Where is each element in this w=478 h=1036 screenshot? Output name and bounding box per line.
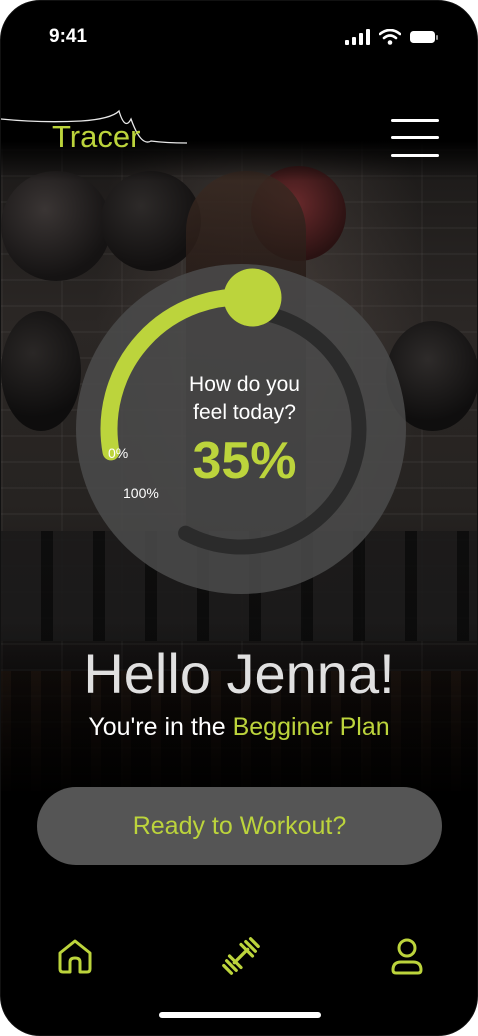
nav-home[interactable]: [53, 934, 97, 978]
home-indicator[interactable]: [159, 1012, 321, 1018]
wifi-icon: [379, 29, 401, 45]
gauge-max-label: 100%: [123, 485, 159, 501]
menu-icon-bar: [391, 136, 439, 139]
menu-icon-bar: [391, 154, 439, 157]
ready-to-workout-button[interactable]: Ready to Workout?: [37, 787, 442, 865]
signal-icon: [345, 29, 370, 45]
gauge-knob: [223, 268, 282, 327]
phone-screen: 9:41 Tracer How do you feel today? 35% 0…: [0, 0, 478, 1036]
greeting-title: Hello Jenna!: [83, 642, 395, 705]
nav-profile[interactable]: [385, 934, 429, 978]
nav-workouts[interactable]: [219, 934, 263, 978]
menu-icon-bar: [391, 119, 439, 122]
mood-question: How do you feel today?: [189, 373, 300, 424]
profile-icon: [391, 938, 423, 975]
mood-gauge-graphic: [76, 264, 406, 594]
status-icons: [345, 29, 439, 45]
dumbbell-icon: [222, 937, 260, 975]
battery-icon: [410, 31, 438, 43]
plan-name[interactable]: Begginer Plan: [233, 713, 390, 741]
plan-prefix: You're in the: [88, 713, 233, 741]
menu-button[interactable]: [391, 119, 439, 159]
gauge-min-label: 0%: [108, 445, 129, 461]
plan-line: You're in the Begginer Plan: [1, 713, 477, 742]
brand-logo[interactable]: Tracer: [52, 119, 140, 155]
mood-value: 35%: [192, 432, 297, 490]
status-time: 9:41: [49, 26, 88, 47]
mood-gauge[interactable]: How do you feel today? 35% 0% 100%: [71, 259, 411, 599]
home-icon: [58, 939, 92, 974]
